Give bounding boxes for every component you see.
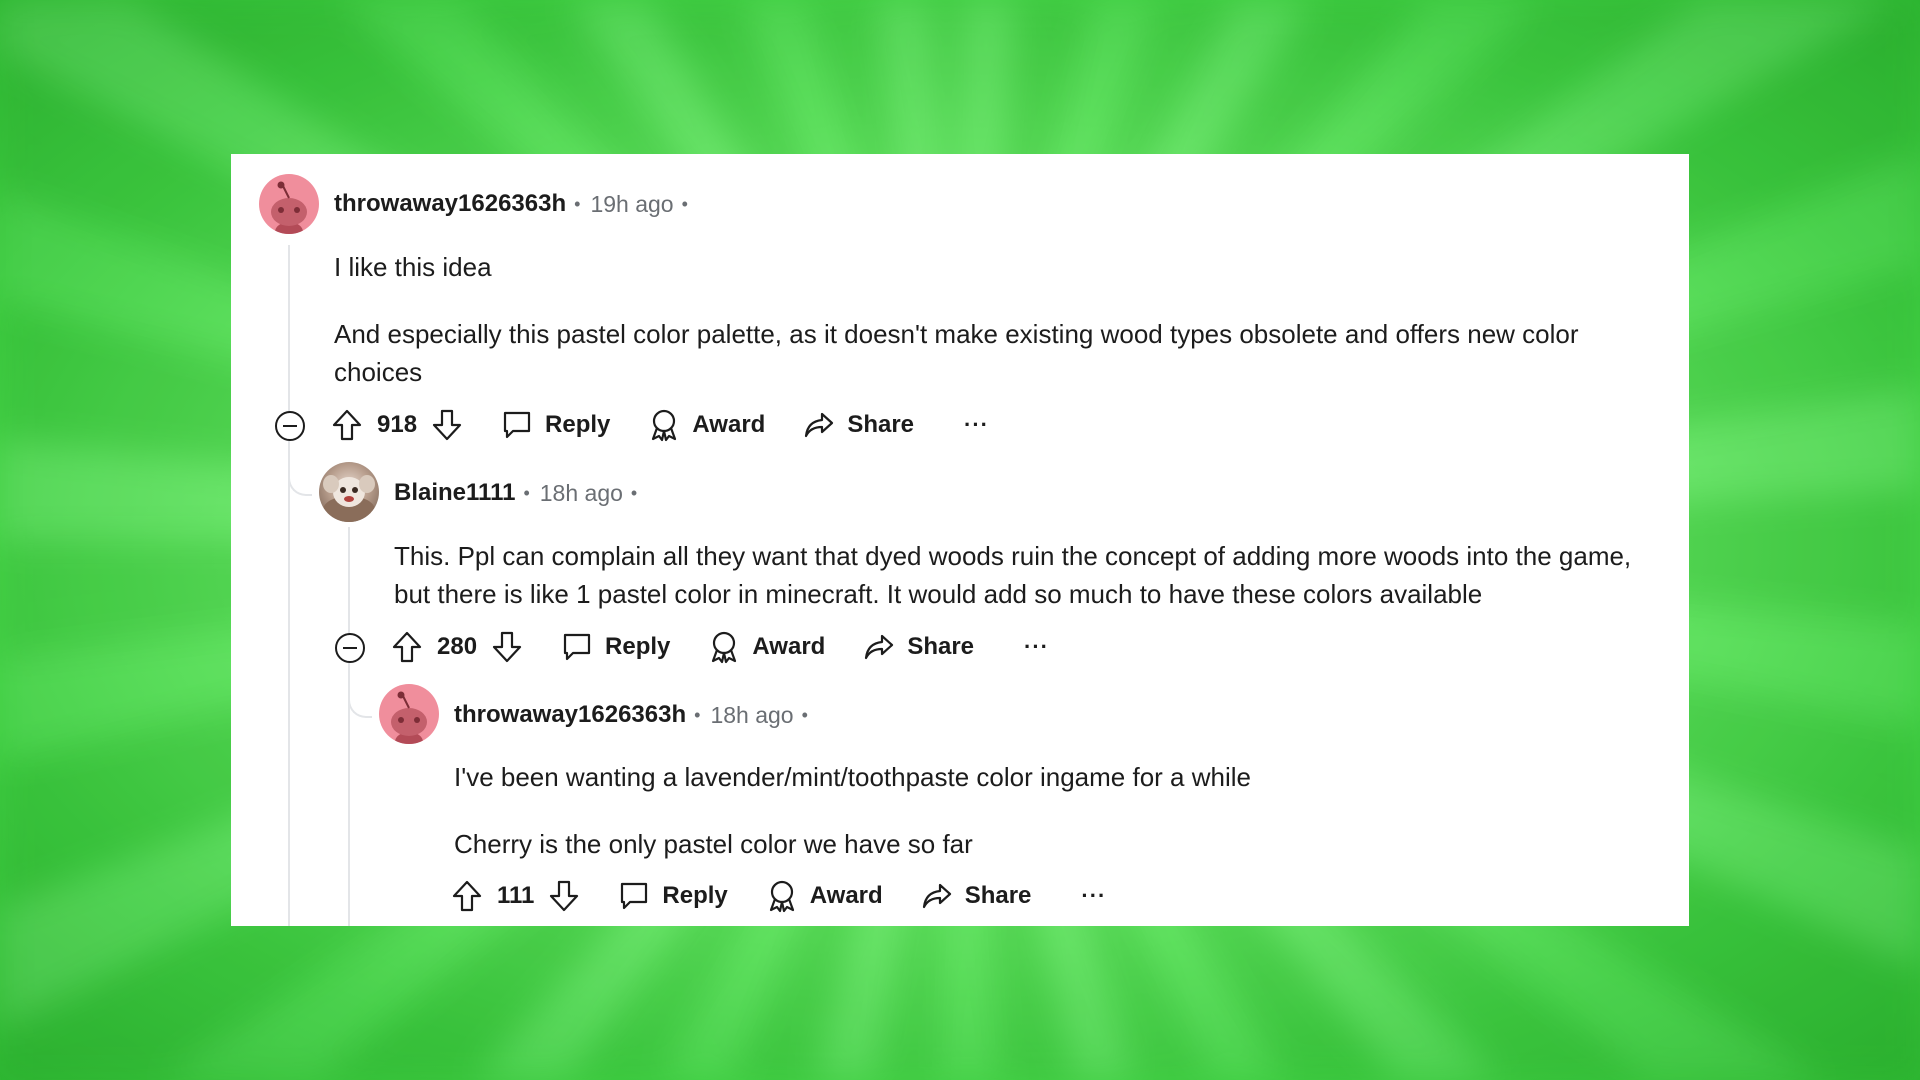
comment-meta: throwaway1626363h • 19h ago • [334,189,688,219]
meta-separator: • [523,482,530,503]
award-ribbon-icon [652,409,677,442]
upvote-button[interactable] [331,408,363,442]
username[interactable]: throwaway1626363h [334,190,566,218]
reply-label: Reply [545,411,611,438]
meta-separator: • [681,193,688,214]
comment-bubble-icon [503,411,531,439]
comment-bubble-icon [621,882,648,910]
upvote-icon [452,880,482,912]
downvote-icon [550,880,579,912]
share-label: Share [907,633,975,660]
downvote-button[interactable] [491,630,523,664]
comment-paragraph: I've been wanting a lavender/mint/toothp… [454,762,1251,792]
reply-button[interactable]: Reply [561,631,670,663]
reply-label: Reply [605,633,671,660]
award-label: Award [692,411,766,438]
share-arrow-icon [865,634,894,660]
collapse-thread-button[interactable] [333,631,367,665]
meta-separator: • [801,704,808,725]
username[interactable]: throwaway1626363h [454,701,686,729]
share-button[interactable]: Share [921,881,1032,911]
reply-button[interactable]: Reply [501,409,610,441]
meta-separator: • [574,193,581,214]
award-label: Award [752,633,826,660]
share-arrow-icon [922,883,951,909]
thread-line-level-1 [288,245,290,926]
snoo-avatar-icon [271,181,307,234]
meta-separator: • [694,704,701,725]
timestamp[interactable]: 18h ago [710,702,793,729]
thread-elbow [348,666,372,718]
downvote-icon [492,631,522,663]
comment-actions: 111 Reply Award Share ··· [451,876,1106,916]
comment-meta: throwaway1626363h • 18h ago • [454,700,808,730]
share-button[interactable]: Share [863,632,974,662]
reply-button[interactable]: Reply [618,880,728,912]
comment-actions: 280 Reply Award Share ··· [391,627,1049,667]
award-button[interactable]: Award [708,630,825,664]
comment-bubble-icon [563,633,591,661]
comment-actions: 918 Reply Award Share ··· [331,405,989,445]
comment-body: This. Ppl can complain all they want tha… [394,537,1659,613]
share-label: Share [964,882,1032,909]
meta-separator: • [630,482,638,503]
comment-body: I've been wanting a lavender/mint/toothp… [454,758,1654,863]
username[interactable]: Blaine1111 [394,479,515,507]
snoo-avatar-icon [391,691,427,744]
share-button[interactable]: Share [803,410,914,440]
award-ribbon-icon [769,880,794,913]
upvote-button[interactable] [451,879,483,913]
more-options-button[interactable]: ··· [964,412,989,438]
upvote-icon [332,409,362,441]
user-photo-avatar-icon [323,475,375,522]
more-options-button[interactable]: ··· [1024,634,1049,660]
avatar[interactable] [319,462,379,522]
award-button[interactable]: Award [766,879,883,913]
vote-score: 111 [497,882,535,909]
collapse-thread-button[interactable] [273,409,307,443]
share-arrow-icon [805,412,834,438]
avatar[interactable] [379,684,439,744]
share-label: Share [847,411,915,438]
comment-paragraph: This. Ppl can complain all they want tha… [394,541,1632,609]
comment-thread-card: throwaway1626363h • 19h ago • I like thi… [231,154,1689,926]
comment-paragraph: And especially this pastel color palette… [334,319,1579,387]
vote-score: 280 [437,633,478,660]
downvote-button[interactable] [548,879,580,913]
vote-score: 918 [377,411,418,438]
thread-line-level-2 [348,527,350,926]
comment-body: I like this idea And especially this pas… [334,248,1634,391]
upvote-button[interactable] [391,630,423,664]
more-options-button[interactable]: ··· [1081,883,1106,909]
thread-elbow [288,444,312,496]
collapse-icon [275,411,305,441]
award-button[interactable]: Award [648,408,765,442]
downvote-button[interactable] [431,408,463,442]
award-ribbon-icon [712,631,737,664]
timestamp[interactable]: 19h ago [590,191,673,218]
award-label: Award [809,882,883,909]
comment-paragraph: Cherry is the only pastel color we have … [454,829,973,859]
avatar[interactable] [259,174,319,234]
upvote-icon [392,631,422,663]
downvote-icon [432,409,462,441]
reply-label: Reply [662,882,728,909]
timestamp[interactable]: 18h ago [540,480,623,507]
comment-paragraph: I like this idea [334,252,492,282]
comment-meta: Blaine1111 • 18h ago • [394,478,637,508]
collapse-icon [335,633,365,663]
